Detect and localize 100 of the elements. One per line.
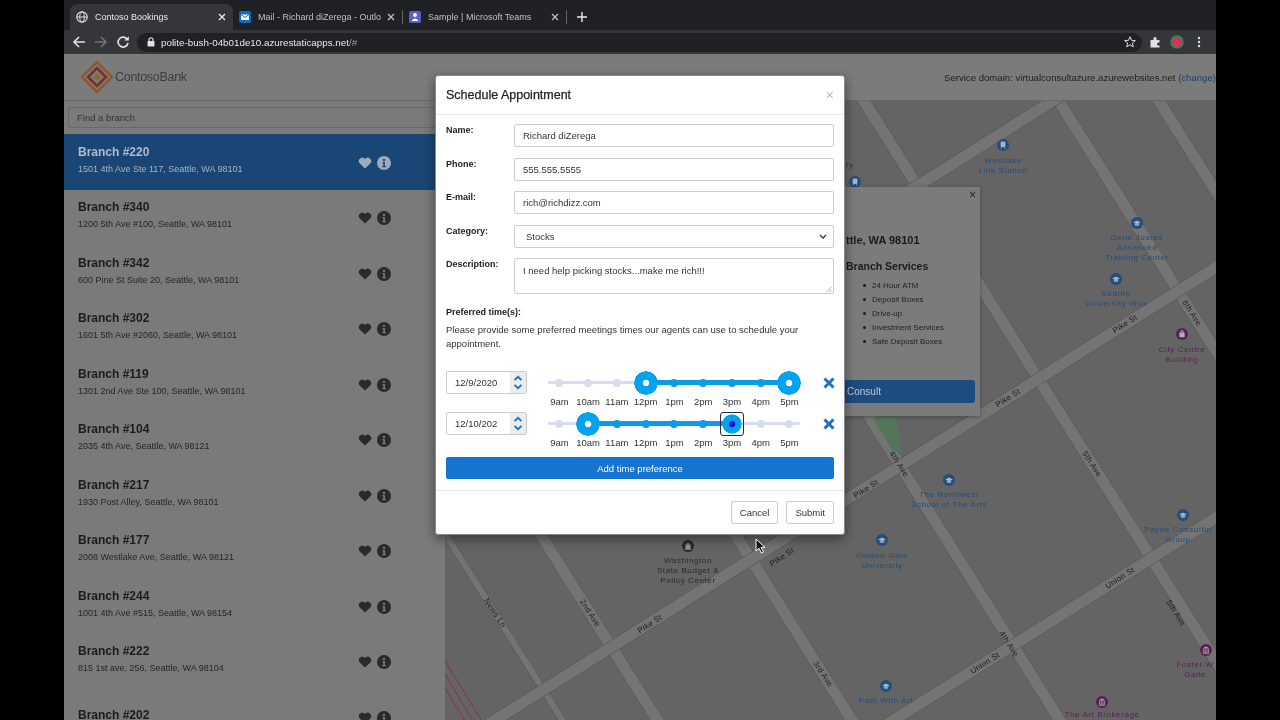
- slider-handle[interactable]: [633, 370, 658, 395]
- mouse-pointer-icon: [755, 538, 766, 554]
- heart-icon[interactable]: [358, 545, 372, 558]
- popup-address: ttle, WA 98101: [846, 233, 921, 248]
- train-icon[interactable]: [849, 176, 861, 188]
- info-icon[interactable]: [377, 377, 391, 392]
- info-icon[interactable]: [377, 544, 391, 559]
- branch-address: 600 Pine St Suite 20, Seattle, WA 98101: [78, 273, 240, 287]
- columns-icon[interactable]: [1200, 644, 1212, 656]
- change-link[interactable]: (change): [1178, 71, 1216, 83]
- date-field[interactable]: 12/9/2020: [446, 371, 527, 394]
- branch-name: Branch #302: [78, 310, 150, 327]
- text-field[interactable]: rich@richdizz.com: [514, 191, 834, 214]
- street-label: 6th Ave: [1180, 298, 1204, 328]
- branch-list-item[interactable]: Branch #222 815 1st ave, 256, Seattle, WA 98104: [64, 633, 445, 689]
- browser-tab[interactable]: Contoso Bookings: [70, 4, 233, 30]
- shopping-bag-icon[interactable]: [1176, 328, 1188, 340]
- modal-title: Schedule Appointment: [446, 88, 572, 102]
- step-dot-icon: [555, 378, 564, 387]
- heart-icon[interactable]: [358, 323, 372, 336]
- consult-button[interactable]: Consult: [845, 380, 975, 403]
- mortarboard-icon[interactable]: [1110, 273, 1122, 285]
- branch-list-item[interactable]: Branch #342 600 Pine St Suite 20, Seattle, WA 98101: [64, 245, 445, 301]
- branch-address: 2008 Westlake Ave, Seattle, WA 98121: [78, 551, 234, 565]
- time-tick-label: 1pm: [664, 436, 685, 450]
- envelope-icon: [239, 11, 251, 23]
- mortarboard-icon[interactable]: [876, 534, 888, 546]
- menu-icon[interactable]: [1197, 36, 1201, 48]
- textarea-field[interactable]: I need help picking stocks...make me rich!!!: [514, 258, 834, 294]
- spinner-icon[interactable]: [510, 413, 526, 434]
- branch-list-item[interactable]: Branch #104 2035 4th Ave, Seattle, WA 98121: [64, 411, 445, 467]
- star-icon[interactable]: [1124, 36, 1136, 48]
- close-icon[interactable]: [387, 13, 396, 21]
- heart-icon[interactable]: [358, 267, 372, 280]
- heart-icon[interactable]: [358, 434, 372, 447]
- cancel-button[interactable]: Cancel: [730, 501, 779, 524]
- building-icon[interactable]: [682, 540, 694, 552]
- service-item: Drive-up: [872, 308, 903, 318]
- address-bar[interactable]: polite-bush-04b01de10.azurestaticapps.net/#: [137, 32, 1142, 52]
- browser-tab[interactable]: Mail - Richard diZerega - Outlo: [233, 4, 403, 30]
- train-icon[interactable]: [997, 139, 1009, 151]
- branch-address: 1200 5th Ave #100, Seattle, WA 98101: [78, 218, 233, 232]
- branch-list-item[interactable]: Branch #119 1301 2nd Ave Ste 100, Seattle, WA 98101: [64, 356, 445, 412]
- bullet-icon: [863, 297, 866, 301]
- field-label: E-mail:: [446, 191, 477, 204]
- slider-handle[interactable]: [576, 411, 601, 436]
- submit-button[interactable]: Submit: [786, 501, 834, 524]
- slider-handle[interactable]: [777, 370, 802, 395]
- resize-grip-icon[interactable]: [826, 286, 832, 292]
- branch-list-item[interactable]: Branch #202: [64, 689, 445, 720]
- columns-icon[interactable]: [1096, 696, 1108, 708]
- heart-icon[interactable]: [358, 489, 372, 502]
- info-icon[interactable]: [377, 266, 391, 281]
- cross-icon[interactable]: [823, 376, 835, 389]
- heart-icon[interactable]: [358, 600, 372, 613]
- info-icon[interactable]: [377, 599, 391, 614]
- bullet-icon: [863, 311, 866, 315]
- info-icon[interactable]: [377, 211, 391, 226]
- branch-name: Branch #220: [78, 143, 150, 160]
- mortarboard-icon[interactable]: [1131, 217, 1143, 229]
- info-icon[interactable]: [377, 322, 391, 337]
- branch-list-item[interactable]: Branch #302 1601 5th Ave #2060, Seattle, WA 98101: [64, 300, 445, 356]
- slider-handle[interactable]: [719, 411, 744, 436]
- branch-list-item[interactable]: Branch #177 2008 Westlake Ave, Seattle, WA 98121: [64, 522, 445, 578]
- close-icon[interactable]: [551, 13, 560, 21]
- cross-icon[interactable]: [823, 417, 835, 430]
- heart-icon[interactable]: [358, 212, 372, 225]
- heart-icon[interactable]: [358, 378, 372, 391]
- puzzle-piece-icon[interactable]: [1150, 36, 1162, 48]
- heart-icon[interactable]: [358, 711, 372, 720]
- info-icon[interactable]: [377, 710, 391, 720]
- heart-icon[interactable]: [358, 656, 372, 669]
- avatar-icon[interactable]: [1170, 35, 1184, 49]
- info-icon[interactable]: [377, 655, 391, 670]
- back-arrow-icon[interactable]: [72, 35, 86, 49]
- mortarboard-icon[interactable]: [1177, 509, 1189, 521]
- mortarboard-icon[interactable]: [880, 680, 892, 692]
- spinner-icon[interactable]: [510, 372, 526, 393]
- info-icon[interactable]: [377, 488, 391, 503]
- select-field[interactable]: Stocks: [514, 224, 834, 248]
- add-time-button[interactable]: Add time preference: [446, 457, 834, 479]
- time-tick-label: 11am: [604, 395, 630, 409]
- text-field[interactable]: 555.555.5555: [514, 157, 834, 181]
- heart-icon[interactable]: [358, 156, 372, 169]
- plus-icon[interactable]: [577, 12, 588, 22]
- info-icon[interactable]: [377, 433, 391, 448]
- close-button[interactable]: ×: [969, 188, 976, 201]
- reload-icon[interactable]: [116, 35, 130, 49]
- info-icon[interactable]: [377, 155, 391, 170]
- branch-list-item[interactable]: Branch #217 1930 Post Alley, Seattle, WA 98101: [64, 467, 445, 523]
- branch-list-item[interactable]: Branch #244 1001 4th Ave #515, Seattle, WA 98154: [64, 578, 445, 634]
- mortarboard-icon[interactable]: [943, 474, 955, 486]
- browser-tab[interactable]: Sample | Microsoft Teams: [403, 4, 567, 30]
- street-label: 4th Ave: [997, 629, 1021, 659]
- globe-icon: [76, 11, 88, 23]
- date-field[interactable]: 12/10/202: [446, 412, 527, 435]
- time-tick-label: 3pm: [721, 436, 743, 450]
- street-label: 4th Ave: [887, 449, 911, 479]
- text-field[interactable]: Richard diZerega: [514, 124, 834, 147]
- branch-address: 1501 4th Ave Ste 117, Seattle, WA 98101: [78, 162, 243, 176]
